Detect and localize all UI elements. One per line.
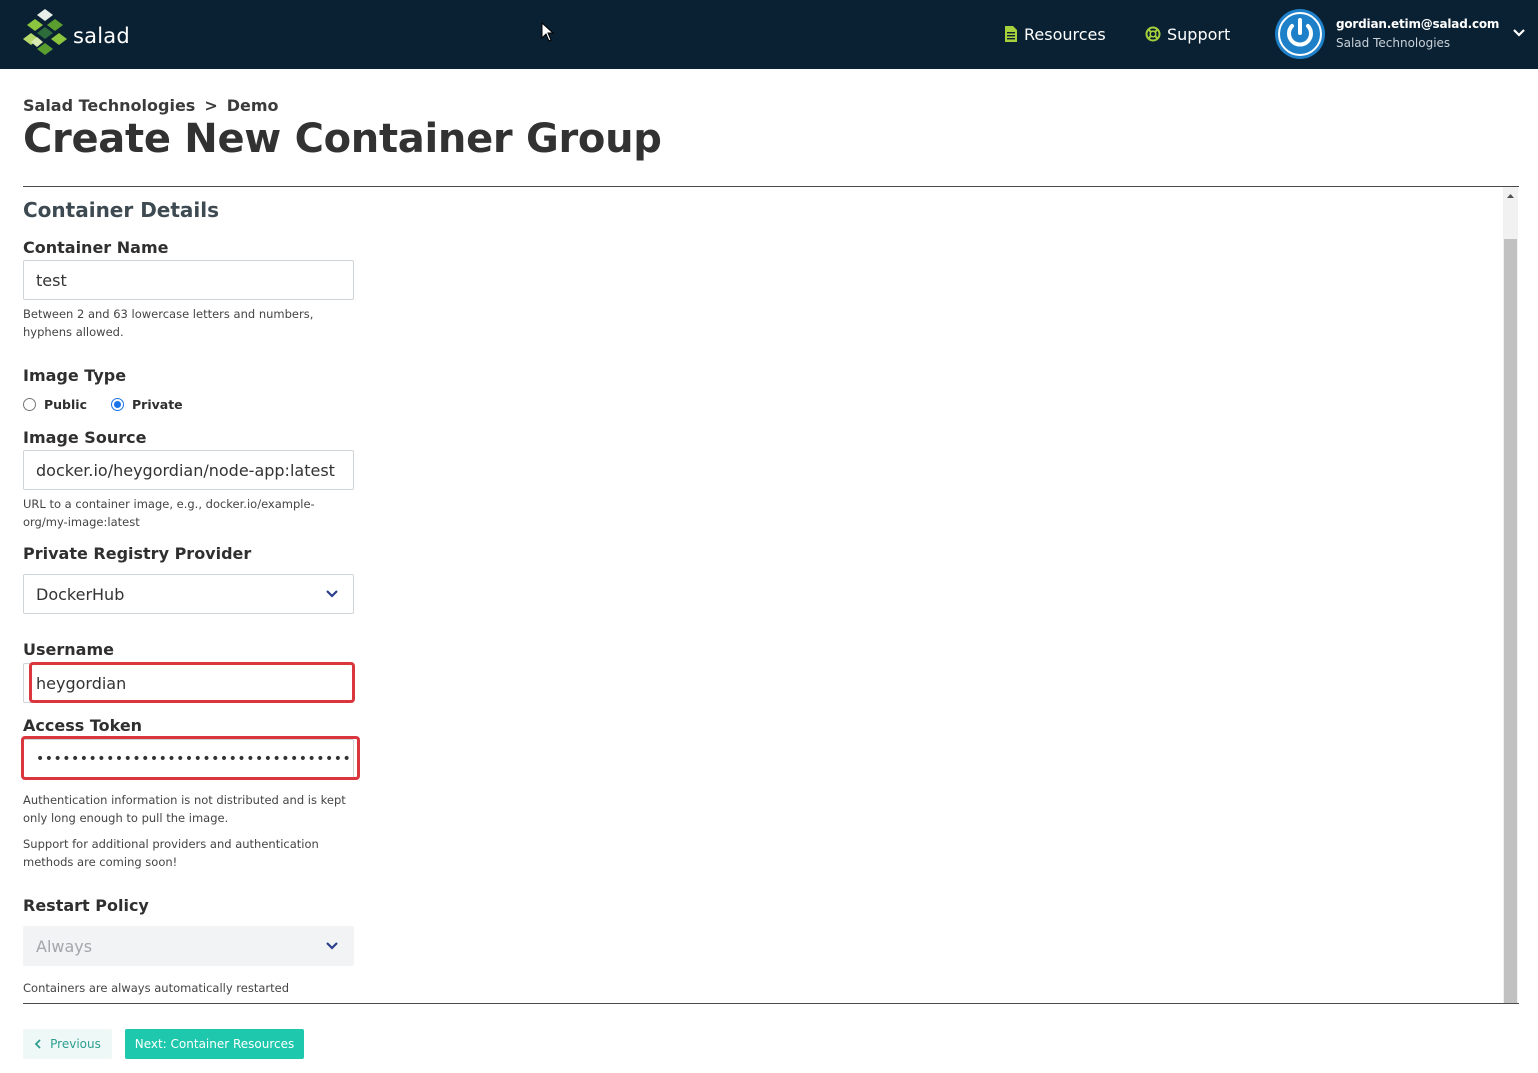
power-icon (1278, 12, 1322, 56)
logo-text[interactable]: salad (73, 24, 130, 48)
container-name-input[interactable]: test (23, 260, 354, 300)
restart-policy-label: Restart Policy (23, 896, 149, 915)
access-token-highlight-box (21, 736, 360, 780)
image-source-hint: URL to a container image, e.g., docker.i… (23, 497, 315, 529)
user-organization: Salad Technologies (1336, 36, 1451, 50)
access-token-label: Access Token (23, 716, 143, 735)
user-avatar[interactable] (1275, 9, 1325, 59)
radio-public-button[interactable] (23, 398, 36, 411)
breadcrumb-separator: > (204, 96, 218, 115)
restart-policy-hint: Containers are always automatically rest… (23, 981, 290, 995)
image-source-label: Image Source (23, 428, 147, 447)
section-title: Container Details (23, 198, 220, 222)
access-token-hint-support: Support for additional providers and aut… (23, 837, 319, 869)
restart-policy-select[interactable]: Always (23, 926, 354, 966)
next-container-resources-button[interactable]: Next: Container Resources (125, 1029, 304, 1059)
nav-resources-link[interactable]: Resources (1004, 23, 1106, 45)
container-name-value: test (36, 270, 67, 290)
image-source-value: docker.io/heygordian/node-app:latest (36, 460, 335, 480)
next-button-label: Next: Container Resources (134, 1037, 295, 1051)
divider (23, 186, 1519, 187)
previous-button[interactable]: Previous (23, 1029, 112, 1059)
user-email: gordian.etim@salad.com (1336, 17, 1500, 31)
chevron-left-icon (34, 1039, 41, 1049)
image-type-radio-group: Public Private (23, 397, 207, 412)
nav-support-link[interactable]: Support (1145, 23, 1230, 45)
restart-policy-value: Always (36, 936, 93, 956)
radio-private-label: Private (132, 397, 183, 412)
mouse-cursor-icon (541, 22, 555, 42)
chevron-down-icon (326, 590, 338, 598)
radio-public-label: Public (44, 397, 87, 412)
breadcrumb-org-link[interactable]: Salad Technologies (23, 96, 195, 115)
salad-logo-icon[interactable] (23, 9, 67, 57)
lifebuoy-icon (1145, 26, 1161, 42)
breadcrumb-project-link[interactable]: Demo (227, 96, 279, 115)
scrollbar-thumb[interactable] (1504, 239, 1517, 1003)
chevron-down-icon (326, 942, 338, 950)
image-source-input[interactable]: docker.io/heygordian/node-app:latest (23, 450, 354, 490)
radio-public[interactable]: Public (23, 397, 87, 412)
access-token-hint-auth: Authentication information is not distri… (23, 793, 346, 825)
scroll-up-arrow-icon[interactable] (1503, 190, 1518, 202)
username-highlight-box (29, 662, 355, 703)
nav-resources-label: Resources (1024, 24, 1106, 44)
registry-provider-select[interactable]: DockerHub (23, 574, 354, 614)
breadcrumb: Salad Technologies > Demo (23, 96, 279, 115)
registry-provider-value: DockerHub (36, 584, 125, 604)
radio-private[interactable]: Private (111, 397, 183, 412)
document-icon (1005, 26, 1017, 42)
nav-support-label: Support (1167, 24, 1231, 44)
container-name-hint: Between 2 and 63 lowercase letters and n… (23, 307, 314, 339)
page-title: Create New Container Group (23, 116, 662, 162)
previous-button-label: Previous (50, 1037, 101, 1051)
registry-provider-label: Private Registry Provider (23, 544, 252, 563)
image-type-label: Image Type (23, 366, 127, 385)
username-label: Username (23, 640, 114, 659)
chevron-down-icon[interactable] (1511, 26, 1527, 40)
divider (23, 1003, 1519, 1004)
radio-private-button[interactable] (111, 398, 124, 411)
top-navbar: salad Resources Support gordian.etim@sal… (0, 0, 1538, 69)
container-name-label: Container Name (23, 238, 169, 257)
